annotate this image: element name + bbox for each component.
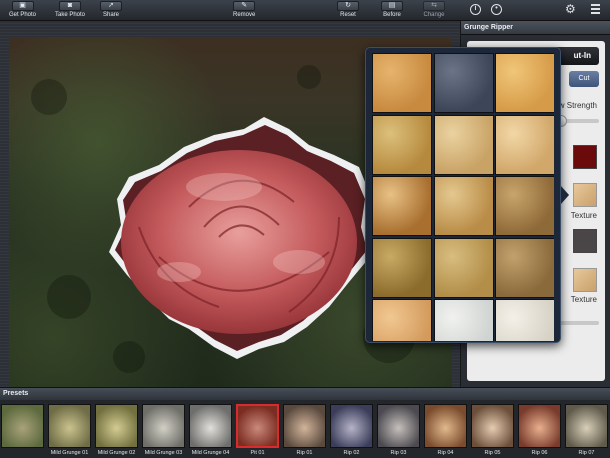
texture-tile-burnt-edge[interactable] <box>372 176 432 236</box>
preset-item[interactable]: Rip 03 <box>376 400 421 458</box>
texture-tile-dark-sepia[interactable] <box>495 237 554 298</box>
camera-icon: ◙ <box>59 1 82 11</box>
preset-thumbnail <box>95 404 138 448</box>
preset-item[interactable]: Mild Grunge 04 <box>188 400 233 458</box>
shadow-color-swatch[interactable] <box>573 229 597 253</box>
texture-tile-faded-brown[interactable] <box>495 176 554 236</box>
get-photo-button[interactable]: ▣ Get Photo <box>9 1 36 20</box>
preset-label: Mild Grunge 01 <box>50 450 89 456</box>
preset-item[interactable]: Mild Grunge 03 <box>141 400 186 458</box>
reset-icon: ↻ <box>337 1 359 11</box>
texture-tile-stained-wheat[interactable] <box>433 237 494 298</box>
preset-item[interactable]: Mild Grunge 01 <box>47 400 92 458</box>
brush-icon: ✎ <box>233 1 256 11</box>
texture-swatch-1[interactable] <box>573 183 597 207</box>
texture-tile-grunge-olive[interactable] <box>372 237 432 298</box>
strength-slider[interactable] <box>555 115 599 127</box>
texture-tile-slate-blue[interactable] <box>433 53 494 113</box>
change-icon: ⇆ <box>423 1 445 11</box>
before-button[interactable]: ▤ Before <box>381 1 403 20</box>
preset-thumbnail <box>283 404 326 448</box>
preset-thumbnail <box>48 404 91 448</box>
presets-bar: Presets <box>0 387 610 400</box>
preset-item[interactable]: Rip 05 <box>470 400 515 458</box>
preset-label: Rip 06 <box>531 450 548 456</box>
preset-label: Mild Grunge 02 <box>97 450 136 456</box>
presets-strip: Mild Grunge 01 Mild Grunge 02 Mild Grunge … <box>0 400 610 458</box>
texture-popover <box>365 47 561 343</box>
preset-label: Pit 01 <box>250 450 265 456</box>
share-icon: ➚ <box>100 1 122 11</box>
presets-title: Presets <box>3 390 29 397</box>
texture-tile-aged-tan[interactable] <box>433 114 494 175</box>
preset-label: Rip 03 <box>390 450 407 456</box>
preset-item[interactable]: Rip 01 <box>282 400 327 458</box>
change-button[interactable]: ⇆ Change <box>423 1 445 20</box>
cut-button[interactable]: Cut <box>569 71 599 87</box>
top-toolbar: ▣ Get Photo ◙ Take Photo ➚ Share ✎ Remov… <box>0 0 610 21</box>
texture-tile-sepia-light[interactable] <box>495 114 554 175</box>
preset-item[interactable]: Rip 04 <box>423 400 468 458</box>
texture-tile-parchment-warm[interactable] <box>372 53 432 113</box>
take-photo-button[interactable]: ◙ Take Photo <box>55 1 85 20</box>
texture-tile-cream-grain[interactable] <box>495 299 554 341</box>
preset-thumbnail <box>471 404 514 448</box>
preset-thumbnail <box>377 404 420 448</box>
app-window: ▣ Get Photo ◙ Take Photo ➚ Share ✎ Remov… <box>0 0 610 458</box>
preset-item[interactable] <box>0 400 45 458</box>
texture-tile-peach-paper[interactable] <box>372 299 432 341</box>
edge-color-swatch[interactable] <box>573 145 597 169</box>
preset-item[interactable]: Pit 01 <box>235 400 280 458</box>
preset-item[interactable]: Rip 06 <box>517 400 562 458</box>
texture-tile-old-paper-orange[interactable] <box>495 53 554 113</box>
texture-tile-white-grain[interactable] <box>433 299 494 341</box>
opacity-slider[interactable] <box>559 321 599 325</box>
texture-label-2: Texture <box>570 295 597 304</box>
preset-thumbnail <box>518 404 561 448</box>
preset-label: Rip 07 <box>578 450 595 456</box>
texture-swatch-2[interactable] <box>573 268 597 292</box>
texture-tile-cracked-ochre[interactable] <box>372 114 432 175</box>
preset-thumbnail <box>565 404 608 448</box>
preset-label: Rip 04 <box>437 450 454 456</box>
panel-title: Grunge Ripper <box>461 21 610 35</box>
remove-button[interactable]: ✎ Remove <box>233 1 255 20</box>
preset-item[interactable]: Rip 02 <box>329 400 374 458</box>
preset-label: Rip 05 <box>484 450 501 456</box>
preset-label: Rip 02 <box>343 450 360 456</box>
help-icon[interactable]: • <box>491 4 502 15</box>
preset-thumbnail <box>1 404 44 448</box>
share-button[interactable]: ➚ Share <box>100 1 122 20</box>
before-icon: ▤ <box>381 1 403 11</box>
texture-tile-mottled-gold[interactable] <box>433 176 494 236</box>
preset-thumbnail <box>330 404 373 448</box>
preset-label: Mild Grunge 03 <box>144 450 183 456</box>
preset-thumbnail <box>424 404 467 448</box>
reset-button[interactable]: ↻ Reset <box>337 1 359 20</box>
texture-label-1: Texture <box>570 211 597 220</box>
info-icon[interactable]: i <box>470 4 481 15</box>
preset-item[interactable]: Mild Grunge 02 <box>94 400 139 458</box>
preset-item[interactable]: Rip 07 <box>564 400 609 458</box>
preset-label: Rip 01 <box>296 450 313 456</box>
preset-label: Mild Grunge 04 <box>191 450 230 456</box>
popover-arrow <box>561 186 569 204</box>
strength-label: w Strength <box>558 101 597 110</box>
menu-list-icon[interactable] <box>588 4 600 14</box>
preset-thumbnail <box>189 404 232 448</box>
picture-icon: ▣ <box>11 1 34 11</box>
texture-grid <box>372 53 554 341</box>
gear-icon[interactable]: ⚙ <box>565 3 576 16</box>
preset-thumbnail <box>142 404 185 448</box>
preset-thumbnail <box>236 404 279 448</box>
